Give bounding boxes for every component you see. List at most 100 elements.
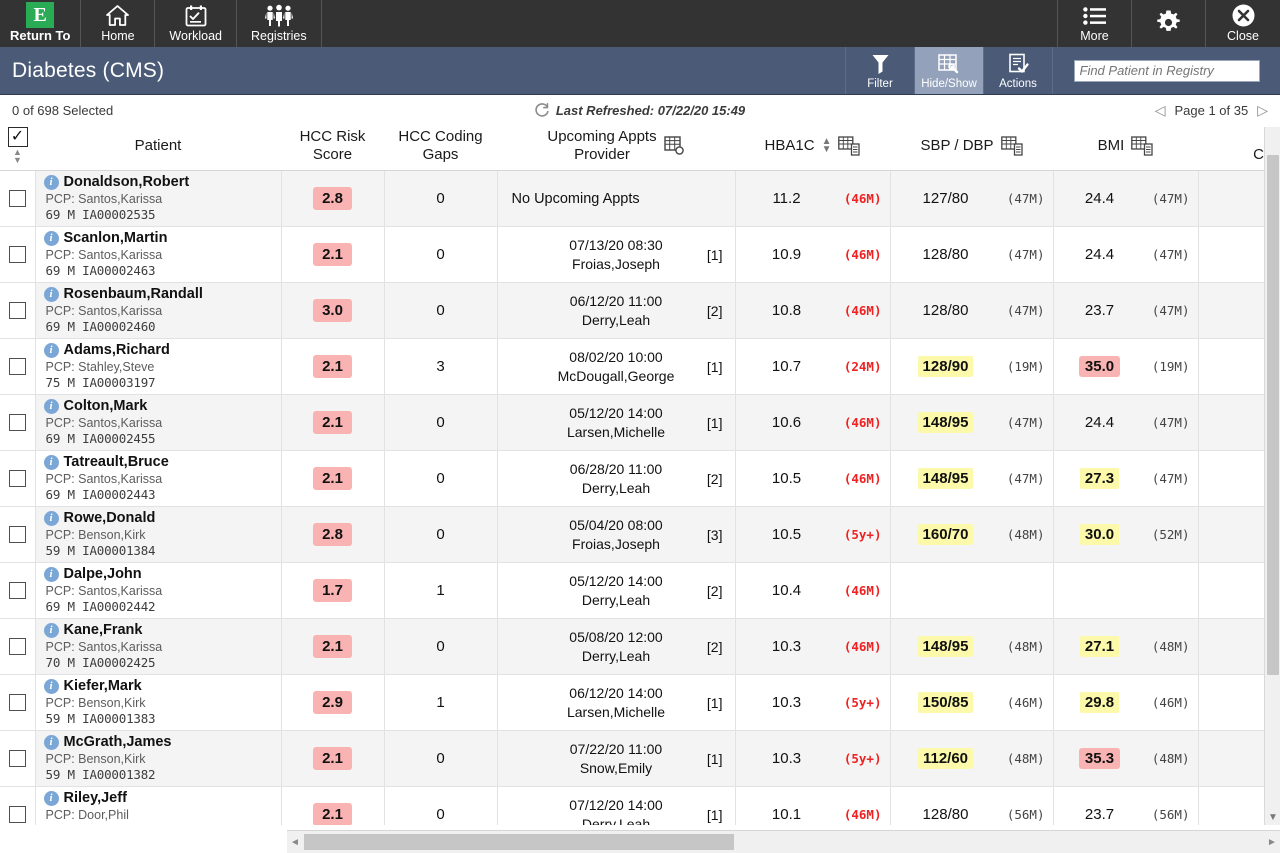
patient-cell[interactable]: i Rosenbaum,Randall PCP: Santos,Karissa …	[35, 282, 282, 339]
column-header-bmi[interactable]: BMI	[1053, 127, 1198, 171]
table-row[interactable]: i Colton,Mark PCP: Santos,Karissa 69 M I…	[0, 394, 1280, 451]
table-row[interactable]: i McGrath,James PCP: Benson,Kirk 59 M IA…	[0, 730, 1280, 787]
hcc-coding-gaps-cell[interactable]: 0	[384, 506, 498, 563]
actions-button[interactable]: Actions	[983, 47, 1052, 94]
close-button[interactable]: Close	[1206, 0, 1280, 47]
sbp-dbp-cell[interactable]: 160/70 (48M)	[890, 506, 1054, 563]
row-select-cell[interactable]	[0, 674, 36, 731]
horizontal-scrollbar-thumb[interactable]	[304, 834, 734, 850]
patient-info-icon[interactable]: i	[43, 791, 59, 806]
row-select-cell[interactable]	[0, 786, 36, 825]
hcc-coding-gaps-cell[interactable]: 0	[384, 618, 498, 675]
column-header-hcc-coding-gaps[interactable]: HCC Coding Gaps	[384, 127, 497, 171]
hcc-risk-score-cell[interactable]: 3.0	[281, 282, 385, 339]
hba1c-sort-icon[interactable]: ▲ ▼	[822, 136, 832, 154]
sbp-dbp-cell[interactable]: 148/95 (47M)	[890, 450, 1054, 507]
patient-info-icon[interactable]: i	[43, 175, 59, 190]
column-header-patient[interactable]: Patient	[35, 127, 281, 171]
bmi-cell[interactable]: 27.1 (48M)	[1053, 618, 1199, 675]
hide-show-button[interactable]: Hide/Show	[914, 47, 983, 94]
bmi-cell[interactable]: 24.4 (47M)	[1053, 394, 1199, 451]
patient-info-icon[interactable]: i	[43, 567, 59, 582]
scroll-right-arrow-icon[interactable]: ►	[1264, 837, 1280, 848]
prev-page-button[interactable]: ◁	[1155, 102, 1166, 119]
patient-cell[interactable]: i McGrath,James PCP: Benson,Kirk 59 M IA…	[35, 730, 282, 787]
registries-button[interactable]: Registries	[237, 0, 322, 47]
hba1c-cell[interactable]: 10.3 (46M)	[735, 618, 891, 675]
bmi-cell[interactable]: 27.3 (47M)	[1053, 450, 1199, 507]
sbp-dbp-column-config-icon[interactable]	[1000, 135, 1023, 156]
patient-info-icon[interactable]: i	[43, 231, 59, 246]
hba1c-cell[interactable]: 10.3 (5y+)	[735, 674, 891, 731]
sbp-dbp-cell[interactable]: 148/95 (48M)	[890, 618, 1054, 675]
upcoming-appointment-cell[interactable]: 06/12/20 14:00 Larsen,Michelle [1]	[497, 674, 736, 731]
hcc-risk-score-cell[interactable]: 2.9	[281, 674, 385, 731]
upcoming-appointment-cell[interactable]: 05/12/20 14:00 Derry,Leah [2]	[497, 562, 736, 619]
appts-column-config-icon[interactable]	[663, 135, 685, 156]
table-row[interactable]: i Rosenbaum,Randall PCP: Santos,Karissa …	[0, 282, 1280, 339]
patient-info-icon[interactable]: i	[43, 399, 59, 414]
vertical-scrollbar[interactable]: ▼	[1264, 127, 1280, 825]
row-select-cell[interactable]	[0, 338, 36, 395]
sbp-dbp-cell[interactable]: 128/90 (19M)	[890, 338, 1054, 395]
hcc-risk-score-cell[interactable]: 2.1	[281, 450, 385, 507]
column-header-upcoming-appts[interactable]: Upcoming Appts Provider	[497, 127, 735, 171]
filter-button[interactable]: Filter	[845, 47, 914, 94]
column-header-hba1c[interactable]: HBA1C ▲ ▼	[735, 127, 890, 171]
table-row[interactable]: i Kane,Frank PCP: Santos,Karissa 70 M IA…	[0, 618, 1280, 675]
patient-cell[interactable]: i Scanlon,Martin PCP: Santos,Karissa 69 …	[35, 226, 282, 283]
patient-info-icon[interactable]: i	[43, 455, 59, 470]
row-select-cell[interactable]	[0, 170, 36, 227]
patient-cell[interactable]: i Tatreault,Bruce PCP: Santos,Karissa 69…	[35, 450, 282, 507]
upcoming-appointment-cell[interactable]: No Upcoming Appts	[497, 170, 736, 227]
hcc-coding-gaps-cell[interactable]: 0	[384, 226, 498, 283]
upcoming-appointment-cell[interactable]: 06/12/20 11:00 Derry,Leah [2]	[497, 282, 736, 339]
patient-cell[interactable]: i Kane,Frank PCP: Santos,Karissa 70 M IA…	[35, 618, 282, 675]
hcc-risk-score-cell[interactable]: 2.1	[281, 394, 385, 451]
patient-info-icon[interactable]: i	[43, 735, 59, 750]
row-select-cell[interactable]	[0, 282, 36, 339]
bmi-cell[interactable]: 23.7 (56M)	[1053, 786, 1199, 825]
bmi-cell[interactable]: 24.4 (47M)	[1053, 226, 1199, 283]
patient-cell[interactable]: i Rowe,Donald PCP: Benson,Kirk 59 M IA00…	[35, 506, 282, 563]
bmi-cell[interactable]: 30.0 (52M)	[1053, 506, 1199, 563]
return-to-button[interactable]: E Return To	[0, 0, 82, 47]
home-button[interactable]: Home	[81, 0, 156, 47]
hcc-risk-score-cell[interactable]: 2.1	[281, 618, 385, 675]
hcc-coding-gaps-cell[interactable]: 0	[384, 730, 498, 787]
row-select-cell[interactable]	[0, 450, 36, 507]
hcc-coding-gaps-cell[interactable]: 0	[384, 786, 498, 825]
hcc-coding-gaps-cell[interactable]: 1	[384, 562, 498, 619]
row-checkbox[interactable]	[8, 358, 26, 376]
bmi-cell[interactable]	[1053, 562, 1199, 619]
patient-cell[interactable]: i Adams,Richard PCP: Stahley,Steve 75 M …	[35, 338, 282, 395]
hba1c-cell[interactable]: 10.5 (46M)	[735, 450, 891, 507]
scroll-down-arrow-icon[interactable]: ▼	[1265, 812, 1280, 823]
row-checkbox[interactable]	[8, 638, 26, 656]
row-checkbox[interactable]	[8, 526, 26, 544]
hba1c-cell[interactable]: 10.1 (46M)	[735, 786, 891, 825]
row-checkbox[interactable]	[8, 470, 26, 488]
row-select-cell[interactable]	[0, 226, 36, 283]
sbp-dbp-cell[interactable]: 148/95 (47M)	[890, 394, 1054, 451]
next-page-button[interactable]: ▷	[1257, 102, 1268, 119]
upcoming-appointment-cell[interactable]: 07/13/20 08:30 Froias,Joseph [1]	[497, 226, 736, 283]
hcc-coding-gaps-cell[interactable]: 0	[384, 282, 498, 339]
select-all-checkbox[interactable]: ✓	[7, 127, 28, 147]
patient-info-icon[interactable]: i	[43, 287, 59, 302]
sbp-dbp-cell[interactable]: 128/80 (47M)	[890, 226, 1054, 283]
patient-info-icon[interactable]: i	[43, 511, 59, 526]
upcoming-appointment-cell[interactable]: 08/02/20 10:00 McDougall,George [1]	[497, 338, 736, 395]
hcc-risk-score-cell[interactable]: 2.1	[281, 338, 385, 395]
select-all-header[interactable]: ✓ ▲ ▼	[0, 127, 35, 171]
sbp-dbp-cell[interactable]: 128/80 (56M)	[890, 786, 1054, 825]
row-checkbox[interactable]	[8, 246, 26, 264]
upcoming-appointment-cell[interactable]: 05/04/20 08:00 Froias,Joseph [3]	[497, 506, 736, 563]
bmi-cell[interactable]: 35.0 (19M)	[1053, 338, 1199, 395]
hcc-coding-gaps-cell[interactable]: 1	[384, 674, 498, 731]
workload-button[interactable]: Workload	[155, 0, 237, 47]
patient-cell[interactable]: i Kiefer,Mark PCP: Benson,Kirk 59 M IA00…	[35, 674, 282, 731]
hba1c-cell[interactable]: 11.2 (46M)	[735, 170, 891, 227]
hba1c-cell[interactable]: 10.6 (46M)	[735, 394, 891, 451]
row-select-cell[interactable]	[0, 730, 36, 787]
